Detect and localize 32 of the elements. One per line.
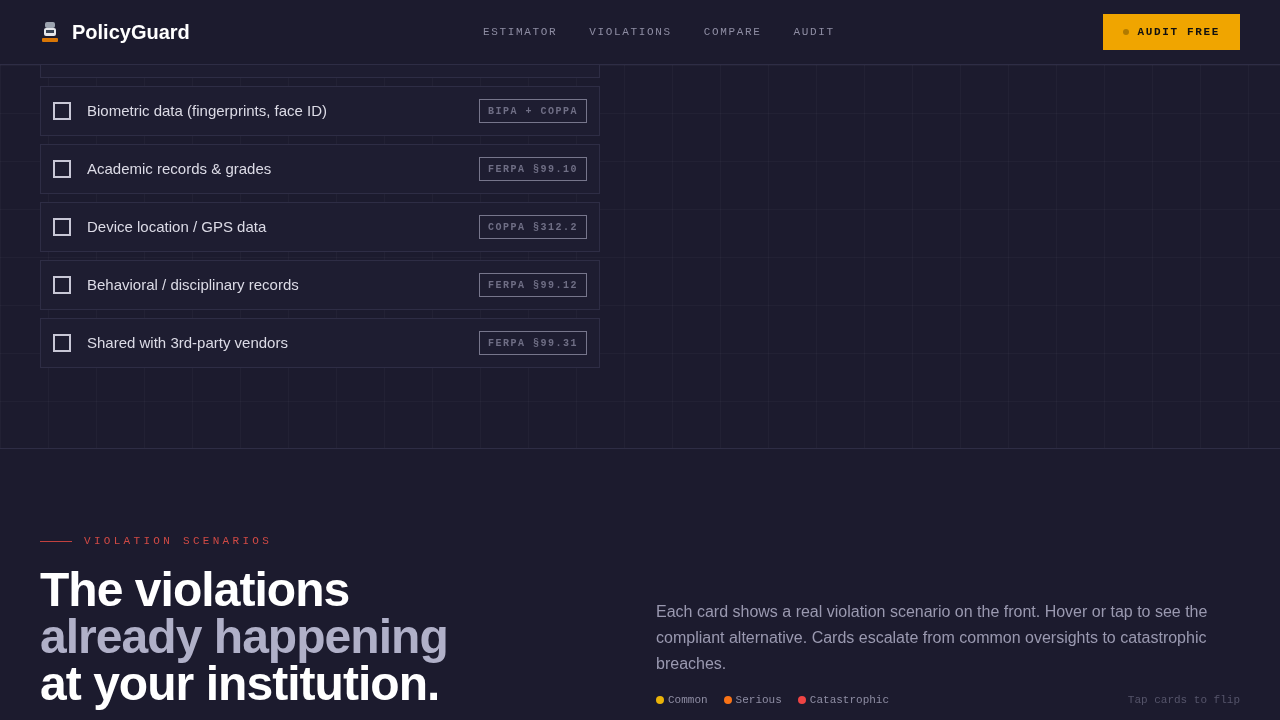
checkbox[interactable] (53, 160, 71, 178)
regulation-tag: FERPA §99.31 (479, 331, 587, 355)
regulation-tag: FERPA §99.12 (479, 273, 587, 297)
nav-link[interactable]: ESTIMATOR (483, 23, 558, 41)
nav-link[interactable]: COMPARE (703, 23, 762, 41)
data-type-label: Academic records & grades (87, 158, 272, 179)
legend-label: Catastrophic (809, 693, 890, 708)
data-type-label: Biometric data (fingerprints, face ID) (87, 100, 328, 121)
data-type-row[interactable]: Behavioral / disciplinary records FERPA §99.12 (40, 260, 600, 310)
section-eyebrow: VIOLATION SCENARIOS (84, 534, 273, 549)
regulation-tag: FERPA §99.10 (479, 157, 587, 181)
legend-label: Serious (735, 693, 782, 708)
guard-icon (40, 21, 60, 43)
brand-name[interactable]: PolicyGuard (72, 18, 190, 46)
checkbox[interactable] (53, 218, 71, 236)
data-type-label: Shared with 3rd-party vendors (87, 332, 288, 353)
data-type-row[interactable]: Shared with 3rd-party vendors FERPA §99.31 (40, 318, 600, 368)
regulation-tag: COPPA §312.2 (479, 215, 587, 239)
audit-free-button[interactable]: AUDIT FREE (1103, 14, 1240, 50)
data-type-label: Behavioral / disciplinary records (87, 274, 299, 295)
checkbox[interactable] (53, 276, 71, 294)
data-type-row[interactable]: Device location / GPS data COPPA §312.2 (40, 202, 600, 252)
regulation-tag: BIPA + COPPA (479, 99, 587, 123)
data-type-row[interactable]: Academic records & grades FERPA §99.10 (40, 144, 600, 194)
data-type-label: Device location / GPS data (87, 216, 267, 237)
legend-label: Common (668, 693, 708, 708)
nav-link[interactable]: VIOLATIONS (589, 23, 672, 41)
data-type-row[interactable]: Biometric data (fingerprints, face ID) BIPA + COPPA (40, 86, 600, 136)
checkbox[interactable] (53, 102, 71, 120)
intro-paragraph: Each card shows a real violation scenario on the front. Hover or tap to see the compliant alternative. Cards escalate from common oversights to catastrophic breaches. (656, 602, 1209, 674)
nav-link[interactable]: AUDIT (793, 23, 835, 41)
checkbox[interactable] (53, 334, 71, 352)
